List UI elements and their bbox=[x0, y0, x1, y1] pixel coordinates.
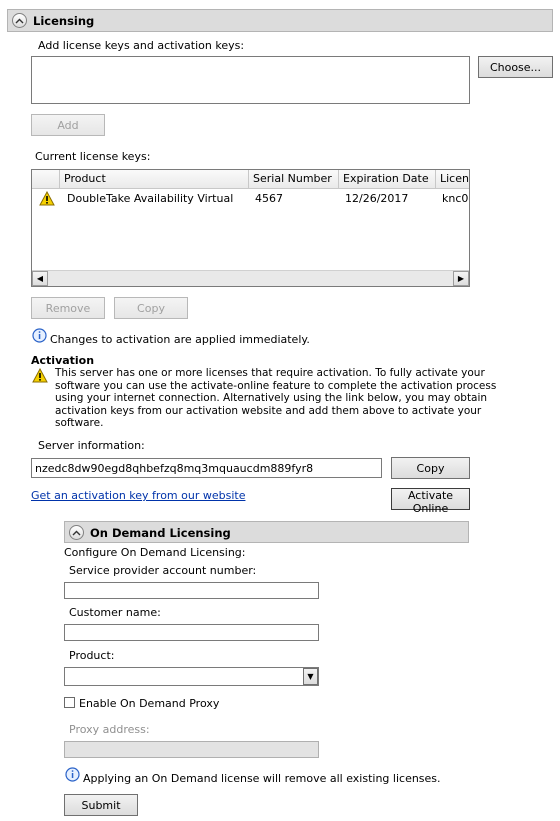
dropdown-arrow-icon[interactable]: ▼ bbox=[303, 668, 318, 685]
enable-proxy-label[interactable]: Enable On Demand Proxy bbox=[79, 697, 219, 710]
scroll-right-icon[interactable]: ▶ bbox=[453, 271, 469, 286]
server-info-label: Server information: bbox=[38, 439, 145, 452]
enable-proxy-checkbox[interactable] bbox=[64, 697, 75, 708]
server-info-field[interactable] bbox=[31, 458, 382, 478]
customer-name-label: Customer name: bbox=[69, 606, 161, 619]
activation-info-text: Changes to activation are applied immedi… bbox=[50, 333, 310, 346]
proxy-address-label: Proxy address: bbox=[69, 723, 150, 736]
scroll-left-icon[interactable]: ◀ bbox=[32, 271, 48, 286]
configure-label: Configure On Demand Licensing: bbox=[64, 546, 246, 559]
column-header-license[interactable]: Licen bbox=[436, 170, 469, 189]
column-header-product[interactable]: Product bbox=[60, 170, 249, 189]
warning-line: software you can use the activate-online… bbox=[55, 379, 497, 392]
license-cell: knc0- bbox=[442, 192, 470, 205]
column-header-status[interactable] bbox=[32, 170, 60, 189]
warning-line: activation keys from our activation webs… bbox=[55, 404, 482, 417]
copy-key-button[interactable]: Copy bbox=[114, 297, 188, 319]
activation-warning-text: This server has one or more licenses tha… bbox=[55, 367, 496, 430]
licensing-section-header[interactable]: Licensing bbox=[7, 9, 553, 32]
copy-server-info-button[interactable]: Copy bbox=[391, 457, 470, 479]
account-number-field[interactable] bbox=[64, 582, 319, 599]
warning-icon bbox=[32, 367, 48, 386]
collapse-chevron-icon[interactable] bbox=[12, 13, 27, 28]
horizontal-scrollbar[interactable]: ◀ ▶ bbox=[32, 270, 469, 286]
on-demand-section-title: On Demand Licensing bbox=[90, 526, 231, 540]
warning-line: using your internet connection. Alternat… bbox=[55, 392, 488, 404]
expiration-cell: 12/26/2017 bbox=[345, 192, 409, 205]
warning-line: This server has one or more licenses tha… bbox=[55, 367, 485, 379]
activation-heading: Activation bbox=[31, 354, 95, 367]
choose-button[interactable]: Choose... bbox=[478, 56, 553, 78]
account-number-label: Service provider account number: bbox=[69, 564, 257, 577]
column-header-serial[interactable]: Serial Number bbox=[249, 170, 339, 189]
remove-button[interactable]: Remove bbox=[31, 297, 105, 319]
product-label: Product: bbox=[69, 649, 115, 662]
add-keys-label: Add license keys and activation keys: bbox=[38, 39, 245, 52]
table-row[interactable]: DoubleTake Availability Virtual 4567 12/… bbox=[32, 190, 469, 208]
on-demand-section-header[interactable]: On Demand Licensing bbox=[64, 521, 469, 543]
customer-name-field[interactable] bbox=[64, 624, 319, 641]
info-icon bbox=[65, 767, 80, 785]
current-keys-label: Current license keys: bbox=[35, 150, 151, 163]
serial-cell: 4567 bbox=[255, 192, 283, 205]
activate-online-button[interactable]: Activate Online bbox=[391, 488, 470, 515]
product-cell: DoubleTake Availability Virtual bbox=[67, 192, 234, 205]
license-keys-table[interactable]: Product Serial Number Expiration Date Li… bbox=[31, 169, 470, 287]
add-button[interactable]: Add bbox=[31, 114, 105, 136]
on-demand-info-text: Applying an On Demand license will remov… bbox=[83, 772, 441, 785]
column-header-expiration[interactable]: Expiration Date bbox=[339, 170, 436, 189]
activation-key-link[interactable]: Get an activation key from our website bbox=[31, 489, 245, 502]
licensing-section-title: Licensing bbox=[33, 14, 95, 28]
info-icon bbox=[32, 328, 47, 346]
warning-icon bbox=[39, 191, 55, 211]
warning-line: software. bbox=[55, 417, 104, 429]
proxy-address-field[interactable] bbox=[64, 741, 319, 758]
license-keys-input[interactable] bbox=[31, 56, 470, 104]
submit-button[interactable]: Submit bbox=[64, 794, 138, 816]
collapse-chevron-icon[interactable] bbox=[69, 525, 84, 540]
product-dropdown[interactable]: ▼ bbox=[64, 667, 319, 686]
